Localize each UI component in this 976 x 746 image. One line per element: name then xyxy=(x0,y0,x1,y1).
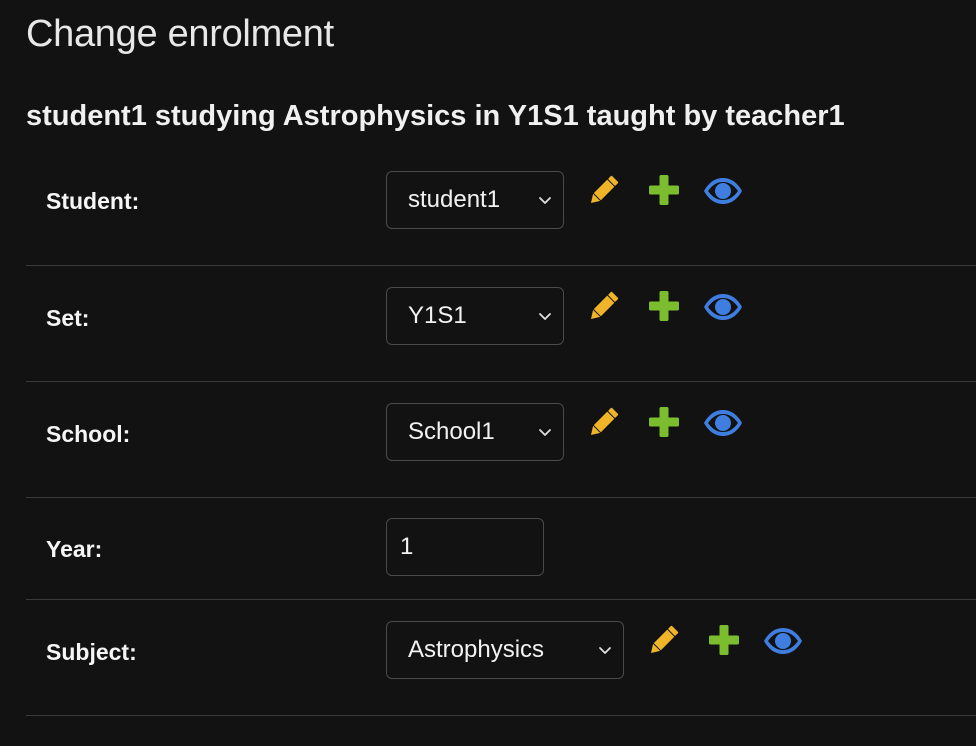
plus-icon xyxy=(649,291,679,321)
school-select[interactable]: School1 xyxy=(386,403,564,461)
form-row-student: Student: student1 xyxy=(26,148,976,266)
view-set-button[interactable] xyxy=(702,286,744,328)
eye-icon xyxy=(704,178,742,204)
change-set-button[interactable] xyxy=(582,286,624,328)
subject-select[interactable]: Astrophysics xyxy=(386,621,624,679)
school-select-value: School1 xyxy=(408,418,495,445)
view-school-button[interactable] xyxy=(702,402,744,444)
object-heading: student1 studying Astrophysics in Y1S1 t… xyxy=(26,100,845,132)
chevron-down-icon xyxy=(539,313,551,320)
add-student-button[interactable] xyxy=(643,169,685,211)
view-student-button[interactable] xyxy=(702,170,744,212)
eye-icon xyxy=(704,410,742,436)
year-input-value: 1 xyxy=(400,533,414,560)
change-subject-button[interactable] xyxy=(642,620,684,662)
view-subject-button[interactable] xyxy=(762,620,804,662)
form-row-school: School: School1 xyxy=(26,382,976,498)
year-label: Year: xyxy=(46,536,103,562)
student-select-value: student1 xyxy=(408,186,501,213)
set-label: Set: xyxy=(46,305,90,331)
student-select[interactable]: student1 xyxy=(386,171,564,229)
add-subject-button[interactable] xyxy=(703,619,745,661)
change-enrolment-page: Change enrolment student1 studying Astro… xyxy=(0,0,976,746)
year-input[interactable]: 1 xyxy=(386,518,544,576)
add-school-button[interactable] xyxy=(643,401,685,443)
chevron-down-icon xyxy=(599,647,611,654)
pencil-icon xyxy=(590,175,619,204)
school-label: School: xyxy=(46,421,131,447)
set-select-value: Y1S1 xyxy=(408,302,467,329)
eye-icon xyxy=(764,628,802,654)
form-row-subject: Subject: Astrophysics xyxy=(26,600,976,716)
add-set-button[interactable] xyxy=(643,285,685,327)
plus-icon xyxy=(649,175,679,205)
pencil-icon xyxy=(650,625,679,654)
subject-select-value: Astrophysics xyxy=(408,636,545,663)
page-title: Change enrolment xyxy=(26,13,334,55)
subject-label: Subject: xyxy=(46,639,137,665)
pencil-icon xyxy=(590,407,619,436)
chevron-down-icon xyxy=(539,429,551,436)
form-row-year: Year: 1 xyxy=(26,498,976,600)
student-label: Student: xyxy=(46,188,140,214)
plus-icon xyxy=(649,407,679,437)
change-school-button[interactable] xyxy=(582,402,624,444)
chevron-down-icon xyxy=(539,197,551,204)
eye-icon xyxy=(704,294,742,320)
form-row-set: Set: Y1S1 xyxy=(26,266,976,382)
set-select[interactable]: Y1S1 xyxy=(386,287,564,345)
pencil-icon xyxy=(590,291,619,320)
change-student-button[interactable] xyxy=(582,170,624,212)
plus-icon xyxy=(709,625,739,655)
